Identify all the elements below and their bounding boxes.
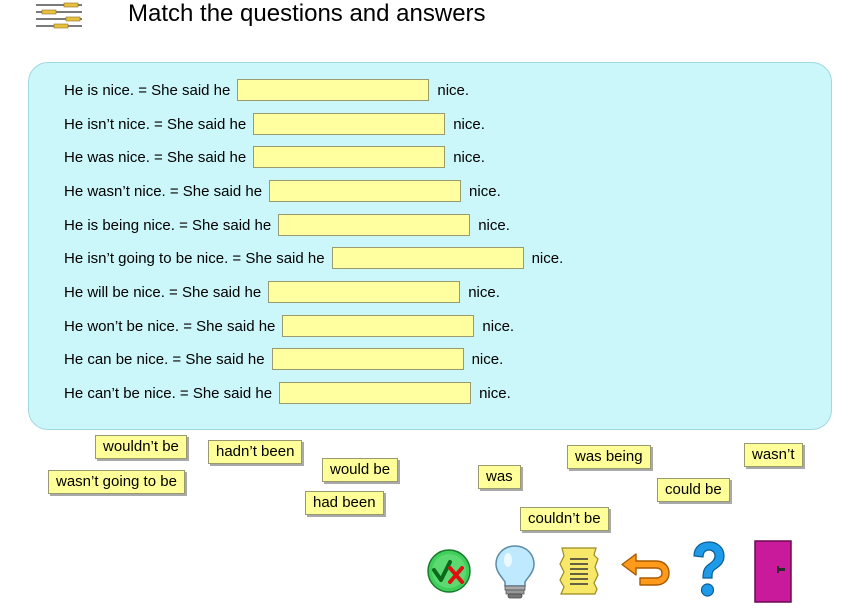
answer-drop-box[interactable] [253,113,446,135]
question-tail: nice. [469,182,501,200]
answer-drop-box[interactable] [253,146,446,168]
answer-drop-box[interactable] [279,382,472,404]
answer-tile[interactable]: had been [305,491,384,515]
question-row: He is nice. = She said he nice. [64,78,469,102]
question-prompt: He is being nice. = She said he [64,216,272,234]
answer-drop-box[interactable] [278,214,471,236]
question-prompt: He was nice. = She said he [64,148,247,166]
text-scroll-button[interactable] [556,545,602,597]
hint-lightbulb-button[interactable] [493,544,537,600]
question-row: He was nice. = She said he nice. [64,145,485,169]
answer-tile[interactable]: was [478,465,521,489]
question-prompt: He can’t be nice. = She said he [64,384,273,402]
question-tail: nice. [468,283,500,301]
answer-drop-box[interactable] [331,247,524,269]
question-tail: nice. [479,384,511,402]
answer-tile[interactable]: couldn’t be [520,507,609,531]
answer-drop-box[interactable] [271,348,464,370]
question-prompt: He wasn’t nice. = She said he [64,182,263,200]
check-answers-button[interactable] [426,548,472,594]
help-button[interactable] [688,540,728,600]
answer-drop-box[interactable] [237,79,430,101]
question-row: He won’t be nice. = She said he nice. [64,314,514,338]
restart-arrow-button[interactable] [618,553,672,593]
question-tail: nice. [437,81,470,99]
question-prompt: He is nice. = She said he [64,81,231,99]
question-row: He wasn’t nice. = She said he nice. [64,179,501,203]
question-row: He isn’t going to be nice. = She said he… [64,246,563,270]
question-prompt: He isn’t nice. = She said he [64,115,247,133]
activity-logo-icon [36,2,82,29]
question-prompt: He isn’t going to be nice. = She said he [64,249,325,267]
question-row: He isn’t nice. = She said he nice. [64,112,485,136]
question-tail: nice. [471,350,504,368]
answer-drop-box[interactable] [269,180,462,202]
question-tail: nice. [478,216,510,234]
answer-tile[interactable]: hadn’t been [208,440,303,464]
answer-drop-box[interactable] [268,281,461,303]
question-prompt: He will be nice. = She said he [64,283,262,301]
exit-door-button[interactable] [754,540,792,603]
answer-tile[interactable]: wasn’t going to be [48,470,185,494]
question-row: He can be nice. = She said he nice. [64,347,503,371]
question-row: He can’t be nice. = She said he nice. [64,381,511,405]
answer-tile[interactable]: would be [322,458,399,482]
page-title: Match the questions and answers [128,0,486,27]
question-row: He is being nice. = She said he nice. [64,213,510,237]
answer-tile[interactable]: wasn’t [744,443,803,467]
answer-drop-box[interactable] [282,315,475,337]
question-row: He will be nice. = She said he nice. [64,280,500,304]
question-prompt: He can be nice. = She said he [64,350,265,368]
question-tail: nice. [453,148,485,166]
question-tail: nice. [453,115,485,133]
answer-tile[interactable]: was being [567,445,651,469]
question-tail: nice. [482,317,515,335]
question-tail: nice. [531,249,564,267]
question-prompt: He won’t be nice. = She said he [64,317,276,335]
answer-tile[interactable]: wouldn’t be [95,435,187,459]
answer-tile[interactable]: could be [657,478,730,502]
